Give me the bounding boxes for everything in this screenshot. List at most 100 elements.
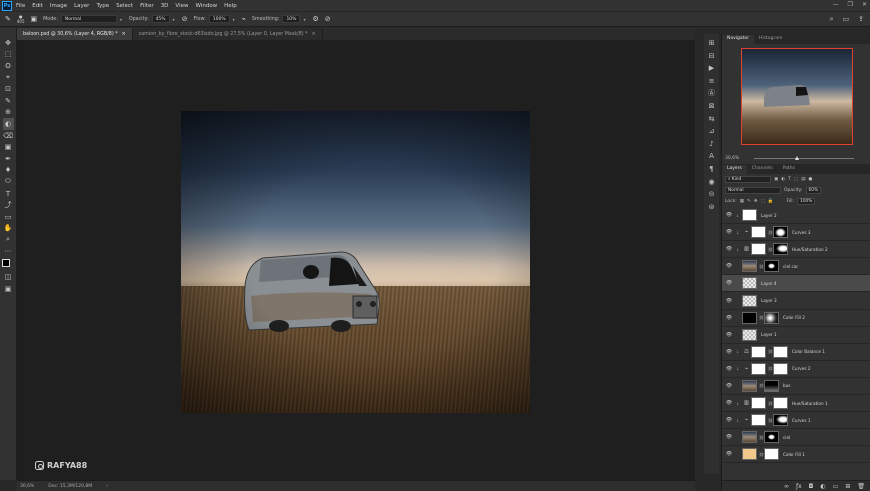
menu-3d[interactable]: 3D [161,3,169,9]
filter-pixel-icon[interactable]: ▣ [774,177,778,182]
layer-mask-thumbnail[interactable] [764,448,779,461]
layer-row[interactable]: 👁 ⛓ bus [722,378,870,396]
layer-thumbnail[interactable] [742,209,757,222]
layer-row[interactable]: 👁 ↓ ▥ ⛓ Hue/Saturation 1 [722,395,870,413]
layer-name[interactable]: Layer 3 [761,298,777,303]
menu-image[interactable]: Image [50,3,67,9]
more-tools-icon[interactable]: ⋯ [3,246,14,258]
layer-name[interactable]: Curves 2 [792,366,811,371]
layer-thumbnail[interactable] [742,277,757,290]
layer-row[interactable]: 👁 Layer 1 [722,327,870,344]
layer-name[interactable]: Layer 2 [761,213,777,218]
tool-presets-icon[interactable]: ⇆ [706,113,717,125]
menu-type[interactable]: Type [96,3,109,9]
chevron-down-icon[interactable]: ▾ [173,17,175,22]
menu-layer[interactable]: Layer [74,3,89,9]
layer-row[interactable]: 👁 ⛓ ciel car [722,258,870,276]
tab-navigator[interactable]: Navigator [722,35,755,44]
workspace-icon[interactable]: ▭ [843,15,850,24]
new-layer-icon[interactable]: ⊞ [845,483,850,490]
layer-thumbnail[interactable] [742,311,757,324]
mode-select[interactable]: Normal [60,15,117,23]
eyedropper-tool-icon[interactable]: ✎ [3,95,14,107]
visibility-eye-icon[interactable]: 👁 [722,229,736,235]
visibility-eye-icon[interactable]: 👁 [722,349,736,355]
adjustment-type-icon[interactable]: ⚖ [742,349,751,355]
close-icon[interactable]: × [312,32,316,37]
lock-transparent-icon[interactable]: ▦ [740,199,744,204]
timeline-icon[interactable]: ♪ [706,138,717,150]
layer-thumbnail[interactable] [751,226,766,239]
lock-pixels-icon[interactable]: ✎ [747,199,751,204]
close-icon[interactable]: ✕ [862,1,867,8]
adjustment-type-icon[interactable]: ▥ [742,246,751,252]
layer-thumbnail[interactable] [742,328,757,341]
layer-thumbnail[interactable] [742,294,757,307]
paragraph-icon[interactable]: ¶ [706,163,717,175]
visibility-eye-icon[interactable]: 👁 [722,280,736,286]
tab-histogram[interactable]: Histogram [754,35,787,44]
layer-name[interactable]: Color Fill 1 [783,452,805,457]
link-layers-icon[interactable]: ∞ [784,483,789,490]
layer-thumbnail[interactable] [751,414,766,427]
visibility-eye-icon[interactable]: 👁 [722,246,736,252]
airbrush-icon[interactable]: ⌁ [242,15,246,23]
status-menu-arrow-icon[interactable]: › [106,484,108,489]
layer-name[interactable]: bus [783,383,791,388]
layer-name[interactable]: Color Balance 1 [792,349,825,354]
navigator-zoom-slider[interactable] [754,156,854,160]
chevron-down-icon[interactable]: ▾ [303,17,305,22]
layer-row[interactable]: 👁 ⛓ Color Fill 1 [722,446,870,464]
layer-thumbnail[interactable] [742,431,757,444]
add-mask-icon[interactable]: ◘ [809,483,814,490]
menu-file[interactable]: File [16,3,25,9]
visibility-eye-icon[interactable]: 👁 [722,366,736,372]
layer-row[interactable]: 👁 ↓ ⌁ ⛓ Curves 2 [722,361,870,378]
adjustment-type-icon[interactable]: ⌁ [742,229,751,235]
search-icon[interactable]: ⌕ [830,15,834,24]
swatches-icon[interactable]: ⊠ [706,100,717,112]
filter-smart-icon[interactable]: ▤ [801,177,805,182]
layer-thumbnail[interactable] [751,243,766,256]
new-group-icon[interactable]: ▭ [833,483,839,490]
layer-thumbnail[interactable] [751,397,766,410]
zoom-tool-icon[interactable]: ⌕ [3,234,14,246]
chevron-down-icon[interactable]: ▾ [120,17,122,22]
adjustment-type-icon[interactable]: ⌁ [742,417,751,423]
brush-settings-icon[interactable]: ⊿ [706,125,717,137]
smoothing-field[interactable]: 10% [282,15,301,23]
history-brush-tool-icon[interactable]: ▣ [3,141,14,153]
layer-row[interactable]: 👁 ↓ ⌁ ⛓ Curves 1 [722,412,870,430]
actions-play-icon[interactable]: ▶ [706,62,717,74]
fx-icon[interactable]: ƒx [796,483,802,490]
layer-name[interactable]: Color Fill 2 [783,315,805,320]
visibility-eye-icon[interactable]: 👁 [722,434,736,440]
gear-icon[interactable]: ⚙ [312,15,318,23]
layer-opacity-field[interactable]: 60% [805,187,822,194]
layer-thumbnail[interactable] [742,379,757,392]
layer-row[interactable]: 👁 Layer 3 [722,292,870,310]
styles-icon[interactable]: ◉ [706,176,717,188]
layer-name[interactable]: Layer 4 [761,281,777,286]
layer-name[interactable]: Layer 1 [761,332,777,337]
quick-mask-icon[interactable]: ◫ [3,271,14,283]
lock-artboard-icon[interactable]: ⬚ [761,199,765,204]
visibility-eye-icon[interactable]: 👁 [722,332,736,338]
pressure-opacity-icon[interactable]: ⊘ [182,15,188,23]
menu-filter[interactable]: Filter [140,3,154,9]
opacity-field[interactable]: 45% [151,15,170,23]
brush-tool-icon[interactable]: ◐ [2,118,14,130]
healing-tool-icon[interactable]: ⊕ [3,107,14,119]
minimize-icon[interactable]: — [833,1,839,8]
navigator-zoom-value[interactable]: 30,6% [725,156,739,161]
layer-name[interactable]: ciel [783,435,790,440]
history-icon[interactable]: ⊞ [706,37,717,49]
trash-icon[interactable]: 🗑 [857,483,865,490]
layer-name[interactable]: Hue/Saturation 2 [792,247,828,252]
channels-icon[interactable]: ⊝ [706,188,717,200]
layer-thumbnail[interactable] [751,345,766,358]
layer-row[interactable]: 👁 ⛓ ciel [722,429,870,447]
visibility-eye-icon[interactable]: 👁 [722,383,736,389]
document-canvas[interactable] [181,111,530,413]
chevron-down-icon[interactable]: ▾ [233,17,235,22]
